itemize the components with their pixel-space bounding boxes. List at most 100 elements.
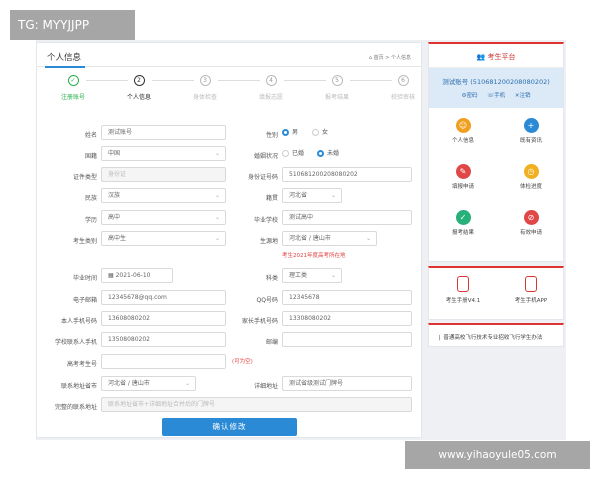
gradtime-datepicker[interactable]: ▦ 2021-06-10	[101, 268, 173, 283]
name-label: 姓名	[84, 132, 97, 139]
idtype-select: 身份证	[101, 167, 226, 182]
step-label: 身体检查	[192, 94, 217, 101]
logout-link[interactable]: ✕注销	[515, 93, 531, 99]
origin-label: 籍贯	[265, 195, 278, 202]
submit-button[interactable]: 确认修改	[162, 418, 297, 436]
breadcrumb[interactable]: ⌂ 首页 > 个人信息	[369, 54, 411, 61]
category-select[interactable]: 高中生 ⌄	[101, 231, 226, 246]
edu-select[interactable]: 高中 ⌄	[101, 210, 226, 225]
chevron-down-icon: ⌄	[330, 192, 336, 199]
category-label: 考生类别	[72, 238, 97, 245]
main-header: 个人信息 ⌂ 首页 > 个人信息	[37, 43, 421, 68]
ethnic-select[interactable]: 汉族 ⌄	[101, 188, 226, 203]
exam-no-note: (可为空)	[232, 359, 253, 365]
page: 个人信息 ⌂ 首页 > 个人信息 ✓ 注册账号 2 个人信息 3 身体检查 4 填报志愿…	[36, 40, 566, 440]
sidebar-title: 👥 考生平台	[429, 44, 563, 68]
nationality-label: 国籍	[84, 153, 97, 160]
gender-female-radio[interactable]: 女	[312, 127, 328, 136]
detail-field[interactable]: 测试省级测试门牌号	[282, 376, 412, 391]
gender-male-radio[interactable]: 男	[282, 127, 298, 136]
tile-valid[interactable]: ⊘ 有效申请	[497, 210, 565, 236]
school-contact-field[interactable]: 13508080202	[101, 332, 226, 347]
account-info: 测试账号 (510681200208080202) ⚙密码 ☏手机 ✕注销	[429, 68, 563, 108]
edu-label: 学历	[84, 217, 97, 224]
radio-icon	[282, 150, 289, 157]
parent-phone-field[interactable]: 13308080202	[282, 311, 412, 326]
select-value: 高中	[108, 214, 121, 221]
date-value: 2021-06-10	[115, 272, 151, 279]
download-label: 考生手机APP	[514, 298, 548, 304]
step-number: 6	[397, 75, 409, 86]
qq-label: QQ号码	[256, 297, 278, 304]
subject-label: 科类	[265, 275, 278, 282]
school-label: 毕业学校	[253, 217, 278, 224]
exam-no-field[interactable]	[101, 354, 226, 369]
radio-selected-icon	[282, 129, 289, 136]
step-3: 3 身体检查	[172, 75, 238, 101]
calendar-icon: ▦	[108, 272, 116, 279]
tile-label: 体检进度	[519, 184, 542, 190]
notice-text: 普通高校飞行技术专业招收飞行学生办法	[443, 335, 543, 341]
qq-field[interactable]: 12345678	[282, 290, 412, 305]
birthplace-select[interactable]: 河北省 / 唐山市 ⌄	[282, 231, 377, 246]
menu-tiles: ☺ 个人信息 + 既有资讯 ✎ 填报申请 ◷ 体检进度 ✓ 报考结果 ⊘ 有效申请	[429, 108, 563, 258]
step-number: 3	[199, 75, 211, 86]
address-select[interactable]: 河北省 / 唐山市 ⌄	[101, 376, 196, 391]
full-address-label: 完整的联系地址	[54, 404, 97, 411]
radio-label: 未婚	[327, 150, 340, 157]
pencil-icon: ✎	[455, 164, 471, 179]
phone-field[interactable]: 13608080202	[101, 311, 226, 326]
marital-label: 婚姻状况	[253, 153, 278, 160]
marital-yes-radio[interactable]: 已婚	[282, 148, 304, 157]
step-1: ✓ 注册账号	[40, 75, 106, 101]
radio-selected-icon	[317, 150, 324, 157]
name-field[interactable]: 测试账号	[101, 125, 226, 140]
tile-checkup[interactable]: ◷ 体检进度	[497, 164, 565, 190]
step-4: 4 填报志愿	[238, 75, 304, 101]
phone-link[interactable]: ☏手机	[487, 93, 505, 99]
gender-label: 性别	[265, 132, 278, 139]
select-value: 河北省 / 唐山市	[108, 380, 150, 387]
parent-phone-label: 家长手机号码	[241, 318, 278, 325]
marital-no-radio[interactable]: 未婚	[317, 148, 339, 157]
school-field[interactable]: 测试高中	[282, 210, 412, 225]
download-handbook[interactable]: 考生手册V4.1	[429, 276, 497, 304]
idno-field[interactable]: 510681200208080202	[282, 167, 412, 182]
clock-icon: ◷	[523, 164, 539, 179]
tile-label: 填报申请	[451, 184, 474, 190]
watermark-top: TG: MYYJJPP	[10, 10, 135, 40]
users-icon: 👥	[476, 53, 488, 61]
download-app[interactable]: 考生手机APP	[497, 276, 565, 304]
tile-personal-info[interactable]: ☺ 个人信息	[429, 118, 497, 144]
nationality-select[interactable]: 中国 ⌄	[101, 146, 226, 161]
full-address-field: 联系地址省市+详细地址合并后的门牌号	[101, 397, 412, 412]
origin-select[interactable]: 河北省 ⌄	[282, 188, 342, 203]
birthplace-note: 考生2021年度高考所在地	[282, 253, 346, 259]
sidebar-notice: ❘ 普通高校飞行技术专业招收飞行学生办法	[428, 323, 564, 347]
tile-apply[interactable]: ✎ 填报申请	[429, 164, 497, 190]
detail-label: 详细地址	[253, 383, 278, 390]
idtype-label: 证件类型	[72, 174, 97, 181]
postcode-label: 邮编	[265, 339, 278, 346]
tile-label: 个人信息	[451, 138, 474, 144]
sidebar-downloads: 考生手册V4.1 考生手机APP	[428, 266, 564, 320]
email-field[interactable]: 12345678@qq.com	[101, 290, 226, 305]
select-value: 中国	[108, 150, 121, 157]
sidebar-platform: 👥 考生平台 测试账号 (510681200208080202) ⚙密码 ☏手机…	[428, 42, 564, 262]
subject-select[interactable]: 理工类 ⌄	[282, 268, 342, 283]
tile-label: 有效申请	[519, 230, 542, 236]
password-link[interactable]: ⚙密码	[462, 93, 478, 99]
step-6: 6 校验审核	[370, 75, 436, 101]
step-label: 个人信息	[126, 94, 151, 101]
watermark-bottom: www.yihaoyule05.com	[405, 441, 590, 469]
school-contact-label: 学校联系人手机	[54, 339, 97, 346]
main-panel: 个人信息 ⌂ 首页 > 个人信息 ✓ 注册账号 2 个人信息 3 身体检查 4 填报志愿…	[36, 42, 422, 438]
tile-news[interactable]: + 既有资讯	[497, 118, 565, 144]
tile-results[interactable]: ✓ 报考结果	[429, 210, 497, 236]
postcode-field[interactable]	[282, 332, 412, 347]
notice-link[interactable]: ❘ 普通高校飞行技术专业招收飞行学生办法	[429, 325, 563, 341]
check-icon: ✓	[455, 210, 471, 225]
tile-label: 既有资讯	[519, 138, 542, 144]
gradtime-label: 毕业时间	[72, 275, 97, 282]
step-number: 4	[265, 75, 277, 86]
